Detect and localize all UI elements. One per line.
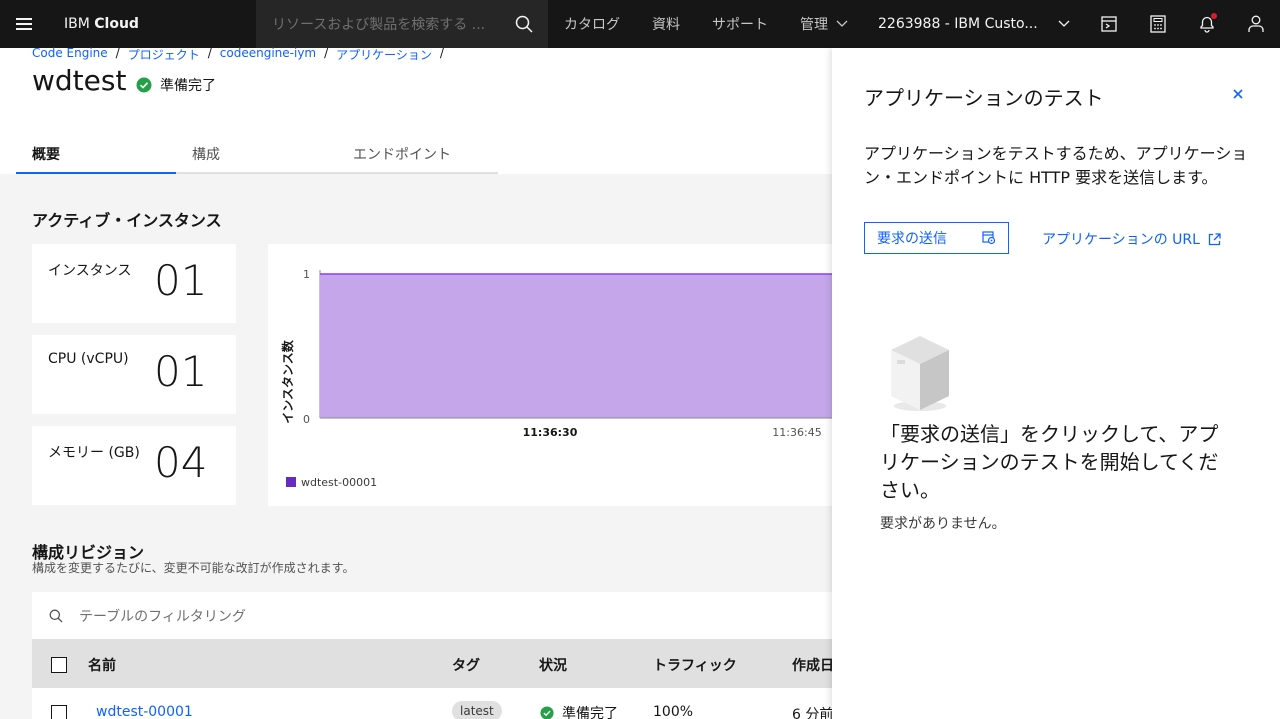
metric-cpu: CPU (vCPU) 01 <box>32 335 236 414</box>
status-badge: 準備完了 <box>136 75 216 95</box>
revision-status: 準備完了 <box>540 703 618 719</box>
x-tick-label: 11:36:30 <box>523 426 578 439</box>
metric-label: インスタンス <box>48 263 132 279</box>
send-request-label: 要求の送信 <box>877 231 947 247</box>
breadcrumb-separator: / <box>324 46 329 60</box>
tab-endpoints[interactable]: エンドポイント <box>337 136 498 174</box>
hamburger-menu-icon[interactable] <box>0 0 48 48</box>
test-application-panel: アプリケーションのテスト アプリケーションをテストするため、アプリケーション・エ… <box>832 48 1280 719</box>
revision-tag: latest <box>452 701 502 719</box>
revision-created: 6 分前 <box>792 707 834 719</box>
panel-title: アプリケーションのテスト <box>864 86 1104 110</box>
column-header-tag[interactable]: タグ <box>452 655 480 675</box>
empty-state-title: 「要求の送信」をクリックして、アプリケーションのテストを開始してください。 <box>880 422 1219 502</box>
breadcrumb-code-engine[interactable]: Code Engine <box>32 46 108 63</box>
breadcrumb-project[interactable]: codeengine-iym <box>220 46 316 63</box>
user-avatar-icon[interactable] <box>1231 0 1280 48</box>
chevron-down-icon <box>836 20 848 27</box>
row-checkbox[interactable] <box>51 705 67 719</box>
instances-chart: インスタンス数 1 0 11:36:30 11:36:45 wdtest-000… <box>268 244 868 506</box>
instances-heading: アクティブ・インスタンス <box>32 211 222 230</box>
nav-links: カタログ 資料 サポート 管理 <box>548 0 864 48</box>
breadcrumb-separator: / <box>207 46 212 60</box>
close-icon[interactable] <box>1228 84 1248 104</box>
calculator-icon[interactable] <box>1133 0 1182 48</box>
brand-prefix: IBM <box>64 16 90 32</box>
top-nav: IBM Cloud リソースおよび製品を検索する ... カタログ 資料 サポー… <box>0 0 1280 48</box>
revision-traffic: 100% <box>653 704 694 719</box>
instances-chart-svg: インスタンス数 1 0 11:36:30 11:36:45 wdtest-000… <box>280 268 868 489</box>
metric-label: メモリー (GB) <box>48 445 140 461</box>
chevron-down-icon <box>1058 20 1070 27</box>
empty-state-subtitle: 要求がありません。 <box>880 516 1006 532</box>
legend-label: wdtest-00001 <box>301 476 377 489</box>
nav-link-manage-label: 管理 <box>800 17 828 33</box>
account-switcher[interactable]: 2263988 - IBM Custo... <box>864 0 1084 48</box>
column-header-name[interactable]: 名前 <box>88 655 116 675</box>
revision-name-link[interactable]: wdtest-00001 <box>96 704 193 719</box>
metric-value: 01 <box>154 256 208 305</box>
breadcrumb: Code Engine / プロジェクト / codeengine-iym / アプリ… <box>32 46 444 63</box>
search-input[interactable]: リソースおよび製品を検索する ... <box>256 14 500 34</box>
series-area-wdtest-00001 <box>320 274 868 418</box>
tabs: 概要 構成 エンドポイント <box>16 136 498 174</box>
y-axis-label: インスタンス数 <box>280 339 295 424</box>
search-icon[interactable] <box>500 0 548 48</box>
notification-icon[interactable] <box>1182 0 1231 48</box>
legend-swatch <box>286 477 296 487</box>
nav-icons <box>1084 0 1280 48</box>
send-request-icon <box>982 231 996 245</box>
nav-link-manage[interactable]: 管理 <box>784 0 864 48</box>
metric-memory: メモリー (GB) 04 <box>32 426 236 505</box>
brand-logo[interactable]: IBM Cloud <box>48 16 256 32</box>
global-search[interactable]: リソースおよび製品を検索する ... <box>256 0 548 48</box>
revisions-subtitle: 構成を変更するたびに、変更不可能な改訂が作成されます。 <box>32 561 355 575</box>
y-tick-label: 0 <box>303 413 310 426</box>
cost-estimator-icon[interactable] <box>1084 0 1133 48</box>
account-label: 2263988 - IBM Custo... <box>878 16 1038 32</box>
breadcrumb-projects[interactable]: プロジェクト <box>128 46 200 63</box>
launch-icon <box>1208 232 1221 245</box>
tab-overview[interactable]: 概要 <box>16 136 176 174</box>
notification-badge <box>1211 13 1217 19</box>
x-tick-label: 11:36:45 <box>772 426 821 439</box>
send-request-button[interactable]: 要求の送信 <box>864 222 1009 254</box>
metric-label: CPU (vCPU) <box>48 351 129 367</box>
empty-box-icon <box>891 336 949 411</box>
metric-value: 04 <box>154 438 208 487</box>
brand-suffix: Cloud <box>94 16 139 32</box>
search-icon <box>49 609 63 622</box>
y-tick-label: 1 <box>303 268 310 281</box>
nav-link-support[interactable]: サポート <box>696 0 784 48</box>
select-all-checkbox[interactable] <box>51 657 67 673</box>
check-circle-icon <box>540 706 554 719</box>
table-header: 名前 タグ 状況 トラフィック 作成日 <box>32 640 852 688</box>
column-header-status[interactable]: 状況 <box>539 655 567 675</box>
status-text: 準備完了 <box>160 78 216 94</box>
column-header-created[interactable]: 作成日 <box>792 655 834 675</box>
nav-link-docs[interactable]: 資料 <box>636 0 696 48</box>
panel-description: アプリケーションをテストするため、アプリケーション・エンドポイントに HTTP … <box>864 144 1248 187</box>
breadcrumb-separator: / <box>439 46 444 60</box>
filter-input[interactable]: テーブルのフィルタリング <box>79 606 246 626</box>
check-circle-icon <box>136 77 152 93</box>
table-row: wdtest-00001 latest 準備完了 100% 6 分前 <box>32 688 852 719</box>
metric-instances: インスタンス 01 <box>32 244 236 323</box>
table-filter[interactable]: テーブルのフィルタリング <box>32 592 852 640</box>
breadcrumb-separator: / <box>115 46 120 60</box>
revision-status-text: 準備完了 <box>562 706 618 719</box>
application-url-label: アプリケーションの URL <box>1042 232 1200 248</box>
column-header-traffic[interactable]: トラフィック <box>653 655 737 675</box>
metric-value: 01 <box>154 347 208 396</box>
page-title: wdtest <box>32 64 127 97</box>
tab-configuration[interactable]: 構成 <box>176 136 337 174</box>
nav-link-catalog[interactable]: カタログ <box>548 0 636 48</box>
breadcrumb-applications[interactable]: アプリケーション <box>336 46 432 63</box>
application-url-link[interactable]: アプリケーションの URL <box>1042 229 1221 249</box>
